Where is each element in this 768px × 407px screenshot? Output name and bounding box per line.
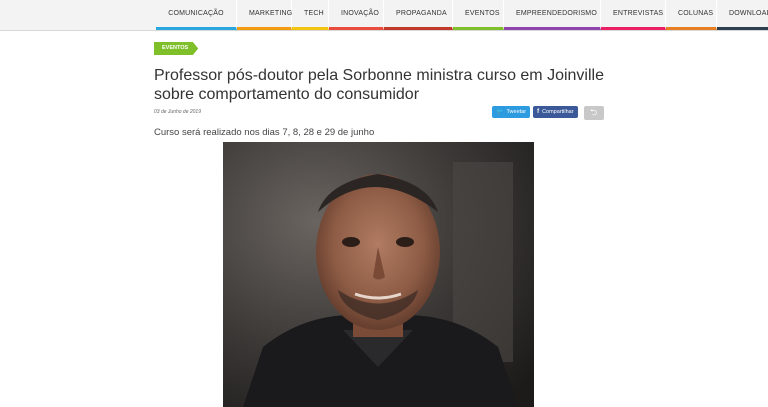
category-nav: COMUNICAÇÃO MARKETING TECH INOVAÇÃO PROP…: [156, 0, 768, 30]
nav-empreendedorismo[interactable]: EMPREENDEDORISMO: [504, 0, 601, 30]
nav-colunas[interactable]: COLUNAS: [666, 0, 717, 30]
portrait-image: [223, 142, 534, 407]
nav-marketing[interactable]: MARKETING: [237, 0, 292, 30]
article-photo: [223, 142, 534, 407]
nav-tech[interactable]: TECH: [292, 0, 329, 30]
tweet-button[interactable]: 🐦 Tweetar: [492, 106, 531, 118]
nav-downloads[interactable]: DOWNLOADS: [717, 0, 768, 30]
article-title: Professor pós-doutor pela Sorbonne minis…: [154, 67, 604, 103]
facebook-share-button[interactable]: f Compartilhar: [533, 106, 578, 118]
facebook-icon: f: [537, 109, 540, 115]
nav-inovacao[interactable]: INOVAÇÃO: [329, 0, 384, 30]
top-navigation-bar: COMUNICAÇÃO MARKETING TECH INOVAÇÃO PROP…: [0, 0, 768, 31]
share-arrow-icon: ⮌: [589, 107, 598, 117]
share-label: Compartilhar: [542, 109, 574, 115]
nav-eventos[interactable]: EVENTOS: [453, 0, 504, 30]
tweet-label: Tweetar: [506, 109, 527, 115]
category-tag[interactable]: EVENTOS: [154, 42, 199, 55]
nav-propaganda[interactable]: PROPAGANDA: [384, 0, 453, 30]
article-subtitle: Curso será realizado nos dias 7, 8, 28 e…: [154, 127, 375, 138]
share-buttons: 🐦 Tweetar f Compartilhar ⮌: [492, 106, 604, 120]
nav-comunicacao[interactable]: COMUNICAÇÃO: [156, 0, 237, 30]
more-share-button[interactable]: ⮌: [583, 106, 604, 120]
article-date: 03 de Junho de 2019: [154, 109, 201, 115]
nav-entrevistas[interactable]: ENTREVISTAS: [601, 0, 666, 30]
twitter-icon: 🐦: [496, 109, 504, 115]
